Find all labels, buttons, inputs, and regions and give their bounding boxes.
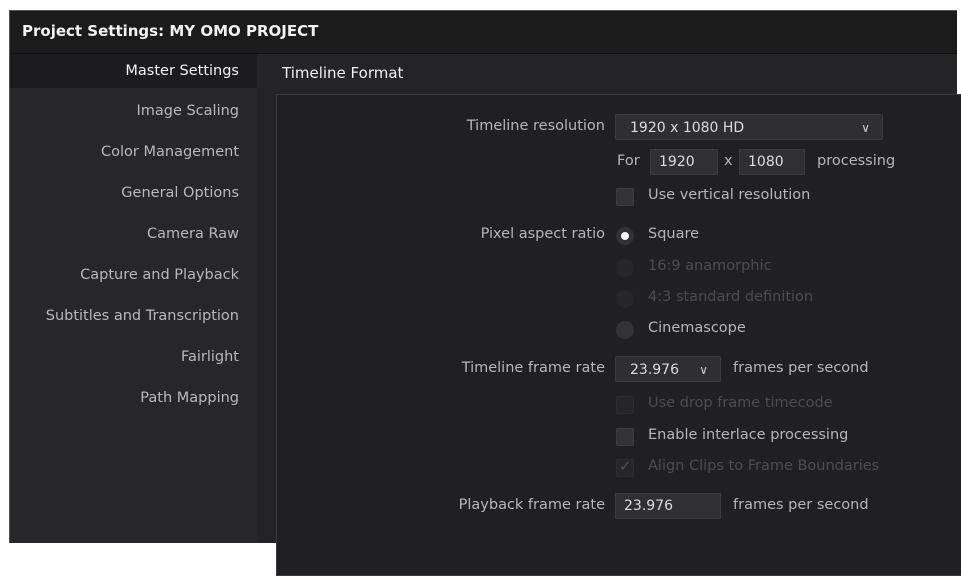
vertical-resolution-label: Use vertical resolution [648,187,811,203]
checkmark-icon: ✓ [619,457,632,475]
align-clips-checkbox[interactable]: ✓ [616,457,634,477]
by-label: x [724,153,733,169]
chevron-down-icon: ∨ [861,121,870,135]
settings-sidebar: Master Settings Image Scaling Color Mana… [10,54,257,543]
playback-frame-rate-label: Playback frame rate [458,497,605,513]
align-clips-label: Align Clips to Frame Boundaries [648,458,880,474]
cinemascope-radio[interactable] [616,321,634,339]
square-label: Square [648,226,700,242]
sidebar-item-subtitles-and-transcription[interactable]: Subtitles and Transcription [46,299,239,333]
playback-frame-rate-field[interactable]: 23.976 [615,493,721,519]
timeline-frame-rate-label: Timeline frame rate [461,360,605,376]
interlace-label: Enable interlace processing [648,427,849,443]
drop-frame-label: Use drop frame timecode [648,395,833,411]
chevron-down-icon: ∨ [699,363,708,377]
sidebar-item-camera-raw[interactable]: Camera Raw [147,217,239,251]
drop-frame-checkbox[interactable] [616,396,634,414]
anamorphic-radio[interactable] [616,259,634,277]
sidebar-item-path-mapping[interactable]: Path Mapping [140,381,239,415]
project-settings-window: Project Settings: MY OMO PROJECT Master … [9,10,961,576]
timeline-resolution-dropdown[interactable]: 1920 x 1080 HD ∨ [615,114,883,140]
window-title: Project Settings: MY OMO PROJECT [22,22,319,40]
main-content: Timeline Format Timeline resolution 1920… [257,54,961,576]
title-bar: Project Settings: MY OMO PROJECT [10,11,957,54]
timeline-format-panel: Timeline resolution 1920 x 1080 HD ∨ For… [276,94,961,576]
sidebar-item-master-settings[interactable]: Master Settings [10,54,257,88]
timeline-resolution-label: Timeline resolution [466,118,605,134]
vertical-resolution-checkbox[interactable] [616,188,634,206]
cinemascope-label: Cinemascope [648,320,746,336]
sidebar-item-general-options[interactable]: General Options [121,176,239,210]
sidebar-item-fairlight[interactable]: Fairlight [181,340,239,374]
playback-frame-rate-unit: frames per second [733,497,869,513]
section-title: Timeline Format [282,64,404,82]
sidebar-item-color-management[interactable]: Color Management [101,135,239,169]
pixel-aspect-ratio-label: Pixel aspect ratio [480,226,605,242]
resolution-width-field[interactable]: 1920 [650,149,718,175]
standard-definition-radio[interactable] [616,290,634,308]
standard-definition-label: 4:3 standard definition [648,289,814,305]
anamorphic-label: 16:9 anamorphic [648,258,772,274]
square-radio[interactable] [616,227,634,245]
for-label: For [617,153,640,169]
timeline-frame-rate-value: 23.976 [630,362,679,378]
timeline-frame-rate-dropdown[interactable]: 23.976 ∨ [615,356,721,382]
sidebar-item-image-scaling[interactable]: Image Scaling [136,94,239,128]
timeline-resolution-value: 1920 x 1080 HD [630,120,745,136]
timeline-frame-rate-unit: frames per second [733,360,869,376]
sidebar-item-capture-and-playback[interactable]: Capture and Playback [80,258,239,292]
interlace-checkbox[interactable] [616,428,634,446]
processing-label: processing [817,153,896,169]
resolution-height-field[interactable]: 1080 [739,149,805,175]
